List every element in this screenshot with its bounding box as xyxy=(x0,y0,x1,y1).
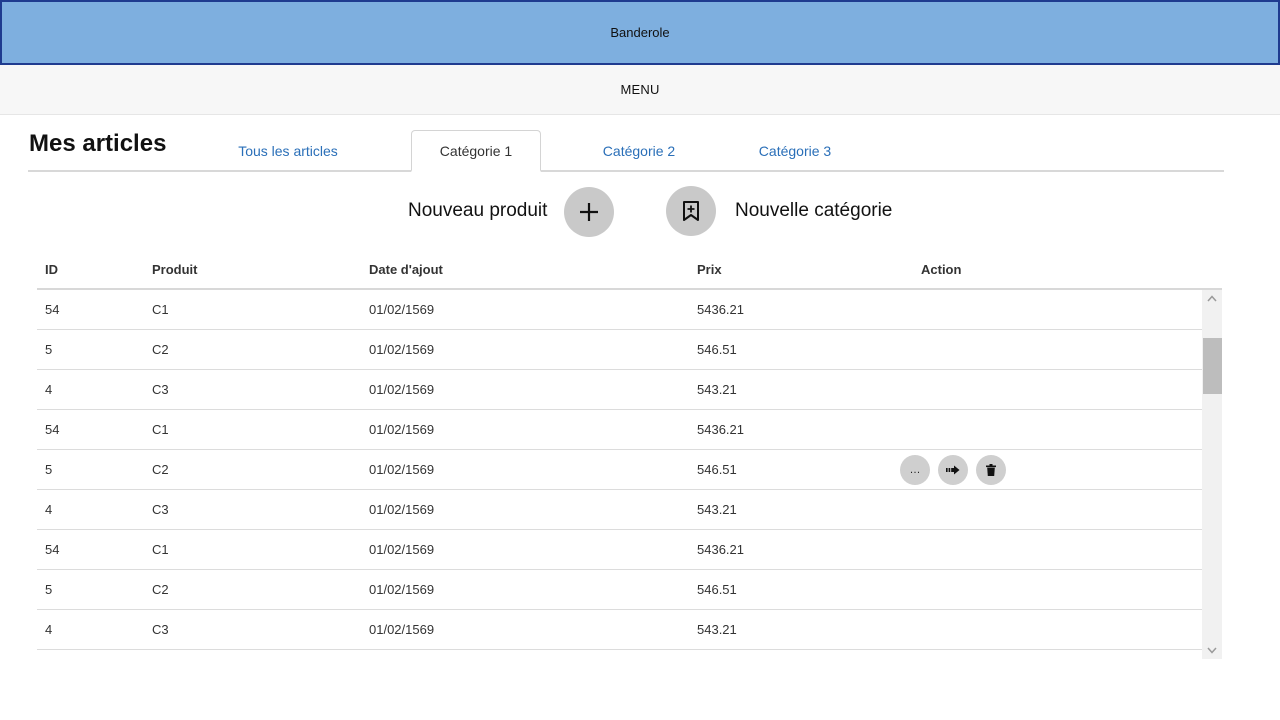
cell-product: C2 xyxy=(152,462,169,477)
tab-label: Catégorie 1 xyxy=(439,142,513,159)
trash-icon xyxy=(986,464,996,476)
cell-price: 543.21 xyxy=(697,502,737,517)
cell-price: 546.51 xyxy=(697,462,737,477)
delete-button[interactable] xyxy=(976,455,1006,485)
table-body[interactable]: 54 C1 01/02/1569 5436.21 5 C2 01/02/1569… xyxy=(37,290,1202,659)
cell-id: 4 xyxy=(45,622,53,637)
banner-label: Banderole xyxy=(610,25,670,40)
column-header-action: Action xyxy=(921,262,962,277)
new-product-button[interactable] xyxy=(564,187,614,237)
column-header-id[interactable]: ID xyxy=(45,262,58,277)
cell-product: C1 xyxy=(152,422,169,437)
menu-label[interactable]: MENU xyxy=(620,82,659,97)
more-button[interactable]: … xyxy=(900,455,930,485)
cell-date: 01/02/1569 xyxy=(369,462,435,477)
cell-product: C3 xyxy=(152,622,169,637)
row-actions: … xyxy=(900,455,1006,485)
tab-label: Tous les articles xyxy=(238,142,338,159)
cell-product: C2 xyxy=(152,342,169,357)
tab-category-2[interactable]: Catégorie 2 xyxy=(575,130,703,171)
main-menu[interactable]: MENU xyxy=(0,65,1280,115)
table-scrollbar[interactable] xyxy=(1202,290,1222,659)
cell-price: 543.21 xyxy=(697,382,737,397)
banner: Banderole xyxy=(0,0,1280,65)
scroll-thumb[interactable] xyxy=(1203,338,1222,394)
cell-price: 5436.21 xyxy=(697,422,744,437)
tab-all-articles[interactable]: Tous les articles xyxy=(208,130,368,171)
bookmark-add-icon xyxy=(683,201,699,221)
more-icon: … xyxy=(909,464,921,476)
caret-down-icon xyxy=(1207,647,1217,654)
cell-date: 01/02/1569 xyxy=(369,302,435,317)
cell-date: 01/02/1569 xyxy=(369,502,435,517)
table-row-hovered[interactable]: 5 C2 01/02/1569 546.51 … xyxy=(37,450,1202,490)
cell-product: C2 xyxy=(152,582,169,597)
move-button[interactable] xyxy=(938,455,968,485)
table-header: ID Produit Date d'ajout Prix Action xyxy=(37,250,1222,290)
tab-label: Catégorie 3 xyxy=(758,142,832,159)
cell-price: 5436.21 xyxy=(697,302,744,317)
column-header-date[interactable]: Date d'ajout xyxy=(369,262,443,277)
table-row[interactable]: 5 C2 01/02/1569 546.51 xyxy=(37,570,1202,610)
cell-date: 01/02/1569 xyxy=(369,342,435,357)
scroll-up-arrow[interactable] xyxy=(1202,291,1222,305)
cell-id: 4 xyxy=(45,382,53,397)
tab-category-3[interactable]: Catégorie 3 xyxy=(731,130,859,171)
cell-product: C1 xyxy=(152,542,169,557)
cell-price: 546.51 xyxy=(697,582,737,597)
cell-id: 5 xyxy=(45,462,53,477)
table-row[interactable]: 4 C3 01/02/1569 543.21 xyxy=(37,610,1202,650)
table-row[interactable]: 4 C3 01/02/1569 543.21 xyxy=(37,490,1202,530)
cell-price: 546.51 xyxy=(697,342,737,357)
cell-product: C1 xyxy=(152,302,169,317)
move-icon xyxy=(946,465,960,475)
caret-up-icon xyxy=(1207,294,1217,301)
table-row[interactable]: 5 C2 01/02/1569 546.51 xyxy=(37,330,1202,370)
page-title: Mes articles xyxy=(29,130,167,157)
cell-id: 5 xyxy=(45,342,53,357)
cell-date: 01/02/1569 xyxy=(369,382,435,397)
cell-id: 4 xyxy=(45,502,53,517)
cell-date: 01/02/1569 xyxy=(369,422,435,437)
column-header-price[interactable]: Prix xyxy=(697,262,722,277)
cell-date: 01/02/1569 xyxy=(369,542,435,557)
cell-id: 54 xyxy=(45,302,60,317)
cell-id: 5 xyxy=(45,582,53,597)
tab-category-1[interactable]: Catégorie 1 xyxy=(411,130,541,172)
table-row[interactable]: 54 C1 01/02/1569 5436.21 xyxy=(37,530,1202,570)
cell-price: 543.21 xyxy=(697,622,737,637)
cell-price: 5436.21 xyxy=(697,542,744,557)
table-row[interactable]: 54 C1 01/02/1569 5436.21 xyxy=(37,290,1202,330)
cell-id: 54 xyxy=(45,422,60,437)
column-header-product[interactable]: Produit xyxy=(152,262,198,277)
scroll-down-arrow[interactable] xyxy=(1202,643,1222,657)
cell-product: C3 xyxy=(152,382,169,397)
cell-product: C3 xyxy=(152,502,169,517)
cell-date: 01/02/1569 xyxy=(369,622,435,637)
plus-icon xyxy=(580,203,598,221)
tab-label: Catégorie 2 xyxy=(602,142,676,159)
new-category-button[interactable] xyxy=(666,186,716,236)
cell-id: 54 xyxy=(45,542,60,557)
new-category-label[interactable]: Nouvelle catégorie xyxy=(735,200,892,222)
cell-date: 01/02/1569 xyxy=(369,582,435,597)
table-row[interactable]: 4 C3 01/02/1569 543.21 xyxy=(37,370,1202,410)
table-row[interactable]: 54 C1 01/02/1569 5436.21 xyxy=(37,410,1202,450)
new-product-label[interactable]: Nouveau produit xyxy=(408,200,547,222)
